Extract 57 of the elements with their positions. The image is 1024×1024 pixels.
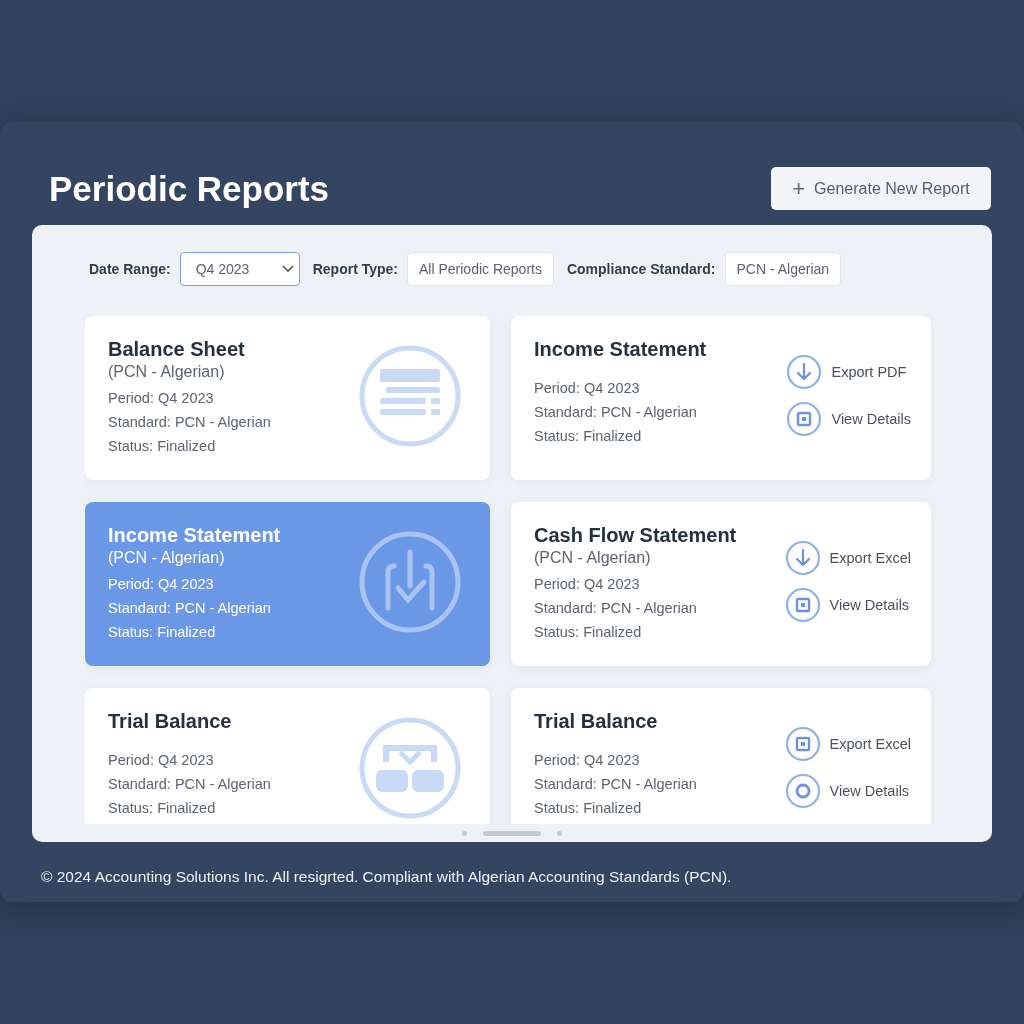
report-title: Trial Balance	[534, 709, 659, 734]
report-detail: Period: Q4 2023	[534, 379, 641, 398]
generate-report-button[interactable]: + Generate New Report	[771, 167, 991, 210]
report-detail: Standard: PCN - Algerian	[108, 599, 272, 618]
report-detail: Standard: PCN - Algerian	[534, 775, 697, 794]
report-detail: Status: Finalized	[534, 799, 643, 818]
document-icon	[358, 344, 462, 448]
report-standard: (PCN - Algerian)	[108, 548, 226, 568]
report-card[interactable]: Trial Balance Period: Q4 2023 Standard: PCN - Algerian Status: Finalized Export Excel View Details	[511, 688, 931, 824]
footer-text: © 2024 Accounting Solutions Inc. All resigrted. Compliant with Algerian Accounting Standards (PCN).	[40, 867, 733, 886]
report-title: Trial Balance	[108, 709, 233, 734]
report-detail: Status: Finalized	[534, 427, 643, 446]
filter-label: Report Type:	[312, 261, 398, 277]
report-card[interactable]: Cash Flow Statement (PCN - Algerian) Period: Q4 2023 Standard: PCN - Algerian Status: Finalized Export Excel View Details	[511, 502, 931, 666]
report-detail: Standard: PCN - Algerian	[534, 599, 698, 618]
report-detail: Period: Q4 2023	[108, 575, 215, 594]
page-indicator[interactable]	[483, 830, 541, 836]
filter-label: Compliance Standard:	[566, 261, 716, 277]
filter-field[interactable]: All Periodic Reports	[407, 252, 554, 286]
action-link[interactable]: View Details	[831, 411, 911, 427]
download-icon	[786, 354, 823, 390]
report-title: Cash Flow Statement	[534, 523, 737, 548]
filter-field[interactable]: PCN - Algerian	[724, 252, 842, 286]
report-detail: Standard: PCN - Algerian	[534, 403, 698, 422]
report-standard: (PCN - Algerian)	[534, 548, 652, 568]
report-card[interactable]: Trial Balance Period: Q4 2023 Standard: PCN - Algerian Status: Finalized	[85, 688, 490, 824]
report-card[interactable]: Balance Sheet (PCN - Algerian) Period: Q4 2023 Standard: PCN - Algerian Status: Finalized	[85, 316, 490, 480]
page-indicator[interactable]	[557, 830, 562, 836]
action-link[interactable]: Export PDF	[831, 364, 907, 380]
action-link[interactable]: View Details	[829, 783, 910, 799]
action-link[interactable]: Export Excel	[829, 550, 911, 566]
report-detail: Standard: PCN - Algerian	[108, 775, 271, 794]
report-card[interactable]: Income Statement Period: Q4 2023 Standard: PCN - Algerian Status: Finalized Export PDF View Details	[511, 316, 931, 480]
date-range-dropdown[interactable]: Q4 2023	[179, 252, 300, 286]
report-detail: Period: Q4 2023	[108, 389, 215, 408]
report-detail: Status: Finalized	[108, 437, 217, 456]
report-detail: Status: Finalized	[534, 623, 643, 642]
download-icon	[784, 540, 821, 576]
report-detail: Standard: PCN - Algerian	[108, 413, 271, 432]
report-detail: Status: Finalized	[108, 799, 217, 818]
report-title: Income Statement	[534, 337, 707, 362]
ring-icon	[784, 773, 821, 809]
action-link[interactable]: Export Excel	[829, 736, 911, 752]
report-title: Income Statement	[108, 523, 281, 548]
report-standard: (PCN - Algerian)	[108, 362, 226, 382]
report-title: Balance Sheet	[108, 337, 246, 362]
action-link[interactable]: View Details	[829, 597, 910, 613]
report-detail: Period: Q4 2023	[534, 575, 641, 594]
page-indicator[interactable]	[462, 830, 467, 836]
report-detail: Period: Q4 2023	[534, 751, 641, 770]
report-detail: Period: Q4 2023	[108, 751, 215, 770]
page-title: Periodic Reports	[49, 168, 330, 209]
filter-label: Date Range:	[89, 261, 171, 277]
download-icon	[358, 530, 462, 634]
report-detail: Status: Finalized	[108, 623, 217, 642]
people-icon	[358, 716, 462, 820]
chevron-icon	[281, 265, 294, 273]
